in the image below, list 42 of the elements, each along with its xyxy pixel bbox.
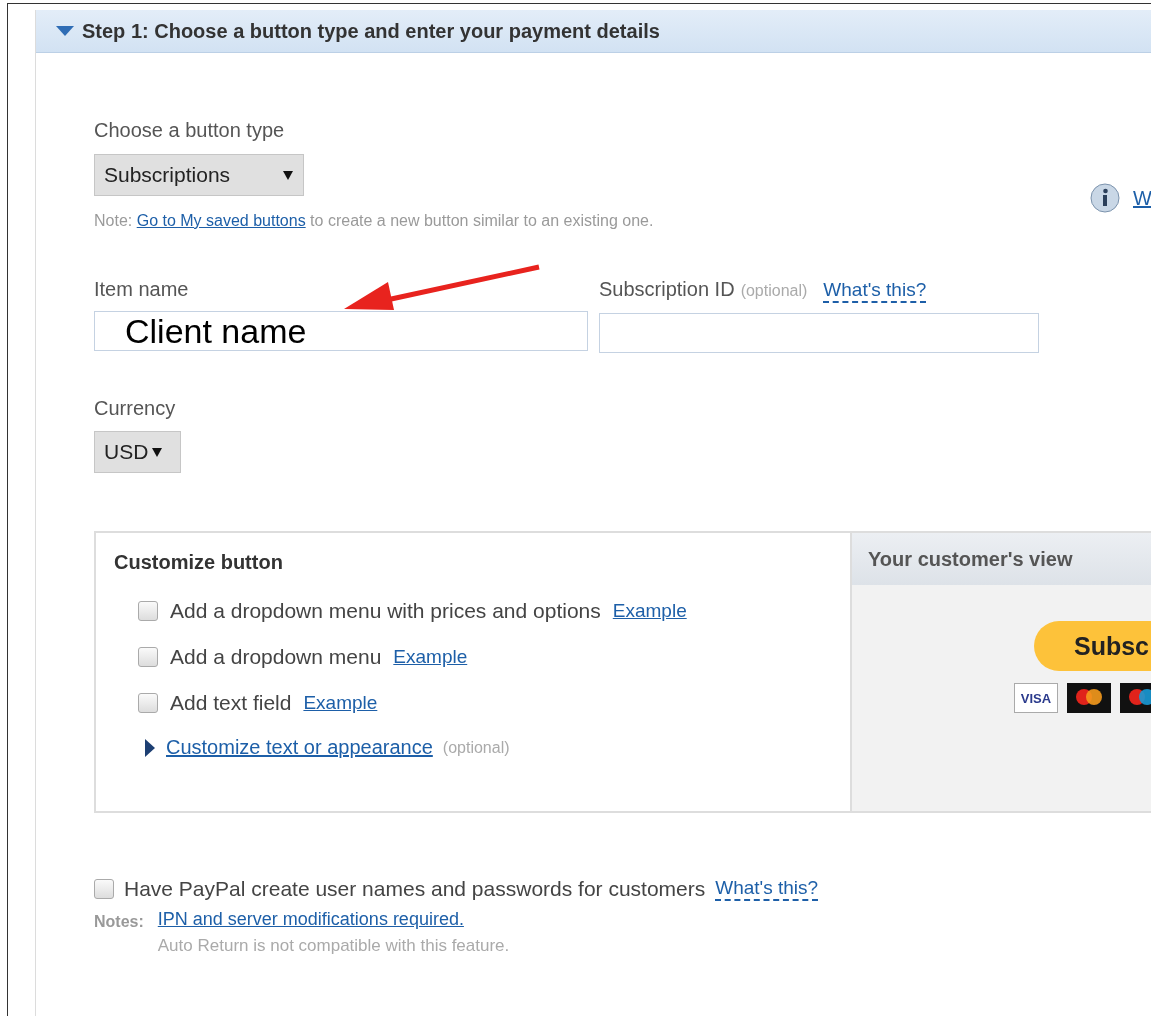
note-text: Note: Go to My saved buttons to create a new button similar to an existing one. <box>94 212 655 230</box>
preview-header: Your customer's view <box>852 533 1151 585</box>
currency-dropdown[interactable]: USD <box>94 431 181 473</box>
card-logo: VISA <box>1014 683 1058 713</box>
option-label: Add a dropdown menu <box>170 645 382 669</box>
card-icon <box>1067 683 1111 713</box>
section-title: Step 1: Choose a button type and enter your payment details <box>82 19 660 43</box>
field-label: Item name <box>94 278 189 301</box>
optional-hint: (optional) <box>740 282 808 300</box>
notes-text: Auto Return is not compatible with this feature. <box>157 936 510 956</box>
field-label: Currency <box>94 397 176 420</box>
checkbox[interactable] <box>138 647 158 667</box>
whats-this-link[interactable]: What's this? <box>715 877 819 901</box>
option-label: Add a dropdown menu with prices and options <box>170 599 601 623</box>
subscription-id-field[interactable] <box>599 313 1039 353</box>
example-link[interactable]: Example <box>393 646 468 668</box>
caret-icon <box>152 447 163 457</box>
whats-this-link[interactable]: What's this? <box>823 279 927 303</box>
caret-icon <box>283 170 293 180</box>
card-icon <box>1120 683 1151 713</box>
checkbox[interactable] <box>138 601 158 621</box>
subscribe-button[interactable]: Subsc <box>1034 621 1151 671</box>
ipn-link[interactable]: IPN and server modifications required. <box>157 909 510 930</box>
saved-buttons-link[interactable]: Go to My saved buttons <box>136 212 306 229</box>
option-label: Add text field <box>170 691 292 715</box>
item-name-field[interactable]: Client name <box>94 311 588 351</box>
field-label: Subscription ID <box>599 278 735 301</box>
customize-appearance-link[interactable]: Customize text or appearance <box>166 736 433 759</box>
customize-title: Customize button <box>114 551 284 574</box>
caret-icon <box>56 25 74 37</box>
checkbox[interactable] <box>138 693 158 713</box>
option-label: Have PayPal create user names and passwords for customers <box>124 877 706 901</box>
field-label: Choose a button type <box>94 119 285 142</box>
example-link[interactable]: Example <box>303 692 378 714</box>
info-icon <box>1090 183 1120 213</box>
example-link[interactable]: Example <box>612 600 687 622</box>
section-header[interactable]: Step 1: Choose a button type and enter your payment details <box>36 10 1151 53</box>
button-type-dropdown[interactable]: Subscriptions <box>94 154 304 196</box>
help-link[interactable]: W <box>1133 186 1151 210</box>
checkbox[interactable] <box>94 879 114 899</box>
notes-label: Notes: <box>94 912 144 932</box>
optional-hint: (optional) <box>442 738 510 757</box>
